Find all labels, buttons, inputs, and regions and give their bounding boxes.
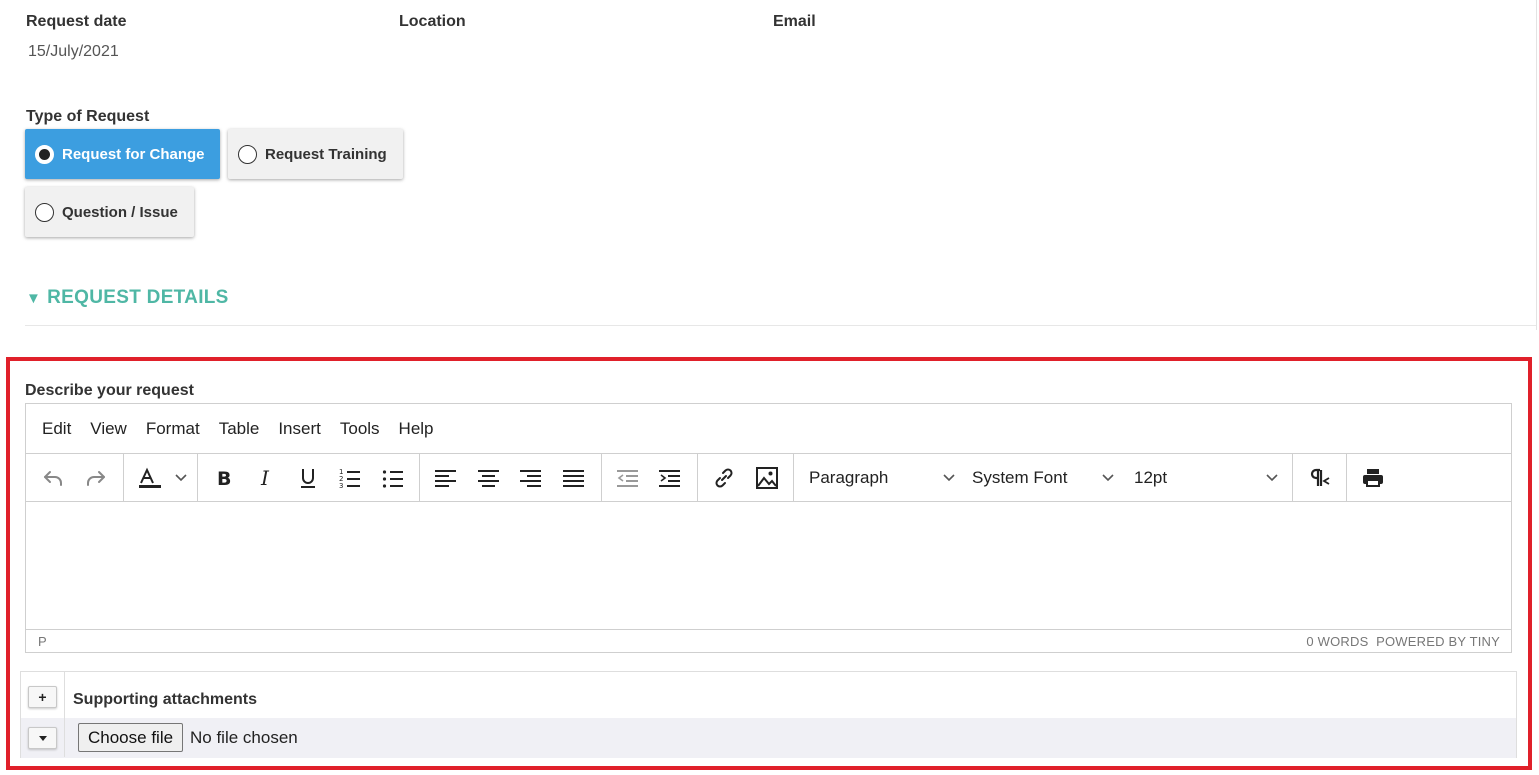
svg-text:I: I — [260, 467, 270, 489]
menu-edit[interactable]: Edit — [42, 419, 71, 439]
page-right-border — [1536, 0, 1537, 330]
request-date-label: Request date — [26, 13, 127, 30]
font-size-select[interactable]: 12pt — [1134, 460, 1280, 496]
block-format-value: Paragraph — [809, 468, 889, 487]
radio-label: Request for Change — [62, 145, 205, 163]
section-title: REQUEST DETAILS — [47, 287, 229, 308]
attachments-column-divider — [64, 672, 65, 757]
toolbar-separator — [1346, 454, 1347, 501]
font-size-value: 12pt — [1134, 468, 1168, 487]
chevron-down-icon — [943, 474, 955, 482]
justify-icon[interactable] — [559, 460, 589, 496]
request-details-toggle[interactable]: ▼ REQUEST DETAILS — [26, 287, 229, 309]
row-menu-button[interactable] — [28, 727, 57, 749]
block-format-select[interactable]: Paragraph — [809, 460, 957, 496]
attachments-title: Supporting attachments — [73, 691, 258, 708]
text-color-icon[interactable] — [134, 460, 192, 496]
radio-request-for-change[interactable]: Request for Change — [25, 129, 220, 179]
align-left-icon[interactable] — [431, 460, 461, 496]
radio-selected-icon — [35, 144, 54, 164]
svg-text:3: 3 — [339, 482, 343, 489]
toolbar-separator — [197, 454, 198, 501]
toolbar-separator — [419, 454, 420, 501]
menu-format[interactable]: Format — [146, 419, 200, 439]
element-path[interactable]: P — [38, 634, 47, 649]
describe-request-label: Describe your request — [25, 382, 194, 399]
menu-view[interactable]: View — [90, 419, 127, 439]
attachments-header-row: + Supporting attachments — [21, 672, 1516, 718]
redo-icon[interactable] — [80, 460, 112, 496]
italic-icon[interactable]: I — [251, 460, 281, 496]
align-center-icon[interactable] — [474, 460, 504, 496]
location-label: Location — [399, 13, 466, 30]
svg-text:B: B — [217, 468, 231, 489]
caret-down-icon — [38, 736, 47, 741]
underline-icon[interactable] — [293, 460, 323, 496]
request-date-value: 15/July/2021 — [28, 43, 119, 60]
font-family-value: System Font — [972, 468, 1068, 487]
toolbar-separator — [1292, 454, 1293, 501]
radio-unselected-icon — [35, 202, 54, 222]
radio-label: Question / Issue — [62, 203, 178, 221]
radio-question-issue[interactable]: Question / Issue — [25, 187, 194, 237]
section-divider — [25, 325, 1536, 326]
rtl-paragraph-icon[interactable] — [1305, 460, 1335, 496]
radio-label: Request Training — [265, 145, 387, 163]
menu-tools[interactable]: Tools — [340, 419, 380, 439]
outdent-icon[interactable] — [613, 460, 643, 496]
editor-toolbar: B I 123 Paragraph System Font 12pt — [26, 453, 1511, 502]
numbered-list-icon[interactable]: 123 — [335, 460, 365, 496]
choose-file-button[interactable]: Choose file — [78, 723, 184, 752]
attachments-panel: + Supporting attachments Choose file No … — [20, 671, 1517, 758]
editor-content-area[interactable] — [26, 502, 1511, 629]
file-status-text: No file chosen — [190, 728, 298, 747]
rich-text-editor: Edit View Format Table Insert Tools Help… — [25, 403, 1512, 653]
undo-icon[interactable] — [37, 460, 69, 496]
word-count[interactable]: 0 WORDS — [1306, 634, 1368, 649]
link-icon[interactable] — [709, 460, 739, 496]
radio-request-training[interactable]: Request Training — [228, 129, 403, 179]
chevron-down-icon — [1266, 474, 1278, 482]
menu-insert[interactable]: Insert — [278, 419, 321, 439]
toolbar-separator — [123, 454, 124, 501]
font-family-select[interactable]: System Font — [972, 460, 1116, 496]
toolbar-separator — [793, 454, 794, 501]
statusbar-right: 0 WORDS POWERED BY TINY — [1306, 634, 1500, 649]
menu-help[interactable]: Help — [399, 419, 434, 439]
bullet-list-icon[interactable] — [378, 460, 408, 496]
type-of-request-label: Type of Request — [26, 108, 150, 125]
powered-by-tiny[interactable]: POWERED BY TINY — [1376, 634, 1500, 649]
image-icon[interactable] — [752, 460, 782, 496]
bold-icon[interactable]: B — [209, 460, 239, 496]
print-icon[interactable] — [1358, 460, 1388, 496]
add-attachment-button[interactable]: + — [28, 686, 57, 708]
toolbar-separator — [601, 454, 602, 501]
radio-unselected-icon — [238, 144, 257, 164]
triangle-down-icon: ▼ — [26, 289, 42, 307]
editor-menubar: Edit View Format Table Insert Tools Help — [26, 404, 1511, 453]
editor-statusbar: P 0 WORDS POWERED BY TINY — [26, 629, 1511, 653]
align-right-icon[interactable] — [516, 460, 546, 496]
toolbar-separator — [697, 454, 698, 501]
menu-table[interactable]: Table — [219, 419, 260, 439]
chevron-down-icon — [1102, 474, 1114, 482]
indent-icon[interactable] — [655, 460, 685, 496]
email-label: Email — [773, 13, 816, 30]
